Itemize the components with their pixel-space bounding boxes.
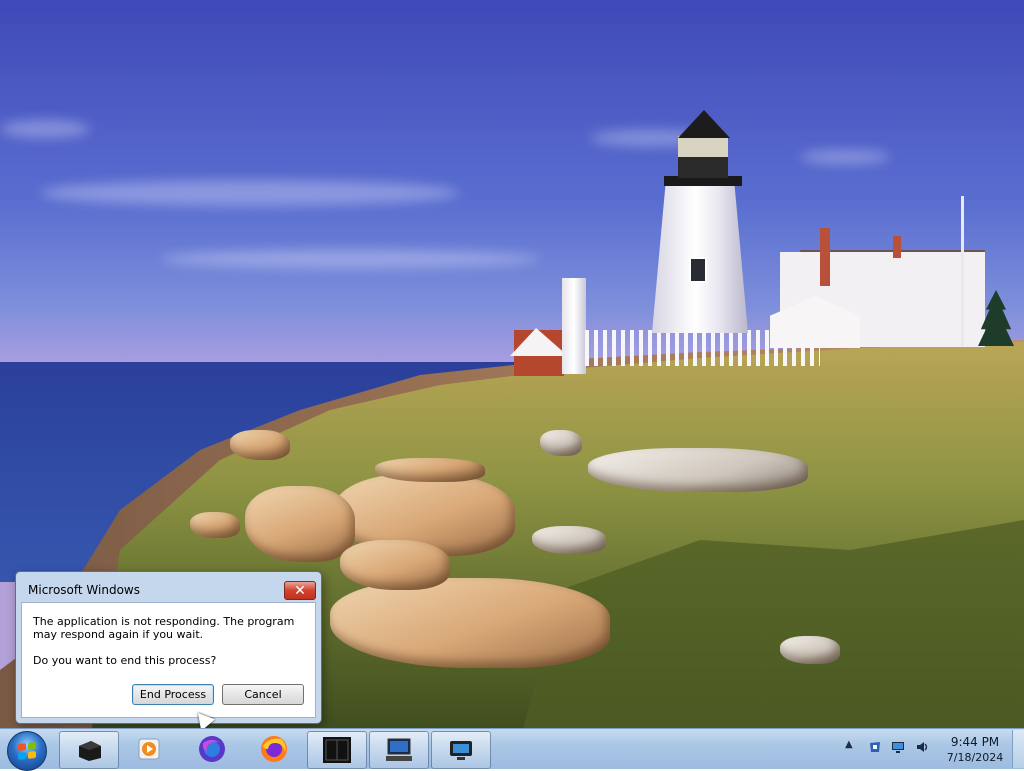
dialog-message: The application is not responding. The p…: [33, 615, 295, 641]
cloud: [40, 180, 460, 206]
boulder: [375, 458, 485, 482]
show-desktop-button[interactable]: [1012, 730, 1024, 768]
boulder: [540, 430, 582, 456]
media-device-icon: [79, 741, 101, 761]
network-icon[interactable]: [891, 740, 905, 754]
close-icon: ✕: [294, 582, 306, 599]
firefox-icon: [261, 736, 287, 762]
firefox-nightly-icon: [199, 736, 225, 762]
taskbar-item-monitor[interactable]: [431, 731, 491, 769]
terminal-icon: [323, 737, 351, 763]
boulder: [330, 578, 610, 668]
boulder: [340, 540, 450, 590]
boulder: [190, 512, 240, 538]
dialog-close-button[interactable]: ✕: [284, 581, 316, 600]
volume-icon[interactable]: [915, 740, 929, 754]
windows-logo-icon: [18, 742, 36, 760]
boulder: [230, 430, 290, 460]
cancel-button[interactable]: Cancel: [222, 684, 304, 705]
action-center-icon[interactable]: [868, 740, 882, 754]
clock-time[interactable]: 9:44 PM: [940, 735, 1010, 749]
clock-date[interactable]: 7/18/2024: [940, 751, 1010, 764]
boulder: [780, 636, 840, 664]
lighthouse-lantern: [678, 136, 728, 178]
dialog-question: Do you want to end this process?: [33, 654, 217, 667]
media-player-icon: [138, 738, 160, 760]
chimney: [893, 236, 901, 258]
start-button[interactable]: [7, 731, 47, 771]
chimney: [820, 228, 830, 286]
boulder: [245, 486, 355, 562]
taskbar-item-firefox[interactable]: [245, 731, 303, 767]
taskbar-item-firefox-nightly[interactable]: [183, 731, 241, 767]
taskbar: ▲ 9:44 PM 7/18/2024: [0, 728, 1024, 771]
dialog-title: Microsoft Windows: [28, 583, 140, 597]
not-responding-dialog: Microsoft Windows ✕ The application is n…: [15, 571, 322, 724]
computer-icon: [386, 738, 412, 761]
bell-tower: [562, 278, 586, 374]
monitor-icon: [450, 741, 472, 760]
dialog-body: The application is not responding. The p…: [21, 602, 316, 718]
cloud: [0, 120, 90, 138]
lighthouse-roof: [678, 110, 730, 138]
taskbar-item-media-player[interactable]: [120, 731, 178, 767]
boulder: [532, 526, 606, 554]
cloud: [160, 250, 540, 268]
taskbar-item-terminal[interactable]: [307, 731, 367, 769]
taskbar-item-media-device[interactable]: [59, 731, 119, 769]
lighthouse-window: [689, 257, 707, 283]
taskbar-item-computer[interactable]: [369, 731, 429, 769]
boulder: [588, 448, 808, 492]
cloud: [800, 150, 890, 164]
flagpole: [961, 196, 964, 346]
end-process-button[interactable]: End Process: [132, 684, 214, 705]
dialog-titlebar[interactable]: Microsoft Windows: [16, 572, 321, 602]
show-hidden-icons-button[interactable]: ▲: [845, 739, 853, 750]
